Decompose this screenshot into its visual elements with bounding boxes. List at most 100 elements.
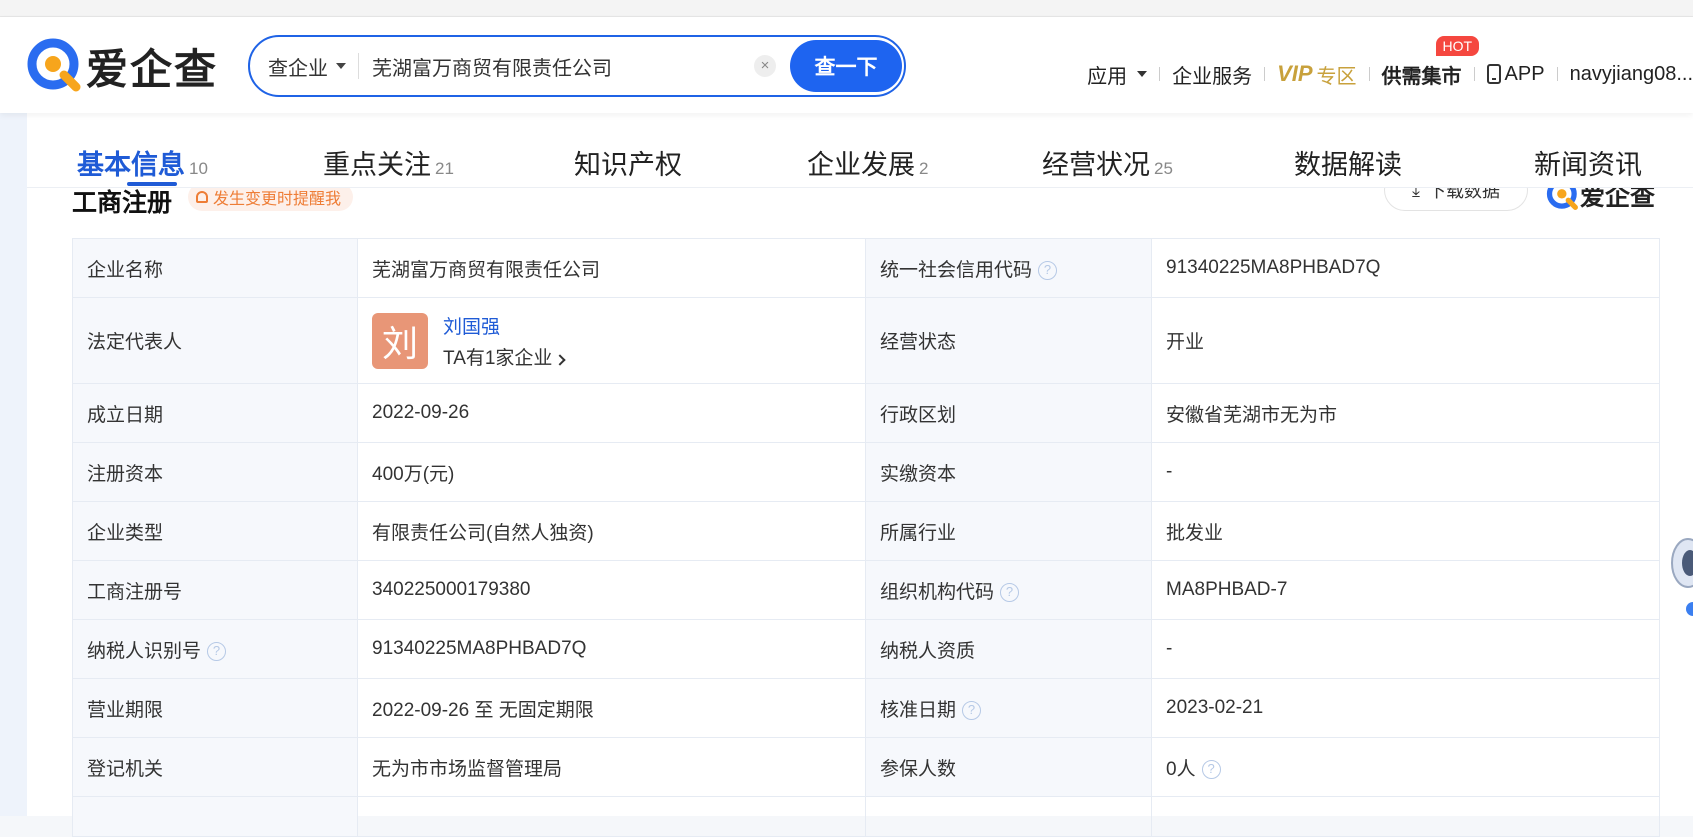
- field-value: 芜湖富万商贸有限责任公司: [357, 238, 866, 298]
- field-label: 企业名称: [72, 238, 358, 298]
- field-value-text: 0人: [1166, 758, 1196, 780]
- nav-user[interactable]: navyjiang08...: [1558, 54, 1693, 94]
- field-value: 刘 刘国强 TA有1家企业: [357, 297, 866, 384]
- field-value: -: [1151, 619, 1660, 679]
- tab-label: 新闻资讯: [1534, 150, 1642, 180]
- field-label: 统一社会信用代码?: [865, 238, 1152, 298]
- field-value: 91340225MA8PHBAD7Q: [357, 619, 866, 679]
- field-value: 开业: [1151, 297, 1660, 384]
- nav-app[interactable]: APP: [1475, 54, 1557, 94]
- field-label: 参保人数: [865, 737, 1152, 797]
- tab-basic-info[interactable]: 基本信息 10: [77, 143, 208, 182]
- table-row: 成立日期 2022-09-26 行政区划 安徽省芜湖市无为市: [72, 383, 1660, 443]
- nav-apps[interactable]: 应用: [1075, 54, 1159, 94]
- left-sidebar-strip: [0, 113, 27, 816]
- tab-count: 2: [919, 159, 929, 178]
- field-label: 注册资本: [72, 442, 358, 502]
- help-icon[interactable]: ?: [1201, 759, 1221, 779]
- bell-icon: [196, 191, 208, 203]
- avatar[interactable]: 刘: [372, 312, 428, 369]
- tab-key-focus[interactable]: 重点关注 21: [323, 143, 454, 182]
- remind-label: 发生变更时提醒我: [213, 191, 342, 208]
- tab-bar: 基本信息 10 重点关注 21 知识产权 企业发展 2 经营状况 25 数据解读…: [27, 113, 1693, 188]
- field-label: 企业类型: [72, 501, 358, 561]
- field-label: 法定代表人: [72, 297, 358, 384]
- field-label-text: 纳税人识别号: [87, 640, 202, 662]
- tab-operations[interactable]: 经营状况 25: [1042, 143, 1173, 182]
- legal-rep-name-link[interactable]: 刘国强: [443, 312, 564, 339]
- search-input[interactable]: [372, 47, 752, 85]
- tab-count: 10: [189, 159, 208, 178]
- table-row: 营业期限 2022-09-26 至 无固定期限 核准日期? 2023-02-21: [72, 678, 1660, 738]
- field-label: 营业期限: [72, 678, 358, 738]
- active-tab-indicator: [127, 182, 177, 186]
- field-label: 纳税人资质: [865, 619, 1152, 679]
- tab-count: 25: [1154, 159, 1173, 178]
- legal-rep-info: 刘国强 TA有1家企业: [443, 312, 567, 370]
- help-icon[interactable]: ?: [962, 700, 982, 720]
- nav-apps-label: 应用: [1087, 65, 1128, 88]
- table-row: 法定代表人 刘 刘国强 TA有1家企业 经营状态 开业: [72, 297, 1660, 384]
- field-label: 工商注册号: [72, 560, 358, 620]
- search-type-dropdown[interactable]: 查企业: [268, 37, 346, 95]
- legal-rep-companies-link[interactable]: TA有1家企业: [443, 343, 567, 370]
- help-icon[interactable]: ?: [1000, 582, 1020, 602]
- section-title: 工商注册: [72, 189, 173, 217]
- tab-data-insight[interactable]: 数据解读: [1294, 143, 1402, 182]
- field-label-text: 统一社会信用代码: [880, 259, 1033, 281]
- nav-enterprise-service[interactable]: 企业服务: [1160, 54, 1264, 94]
- table-row: 注册资本 400万(元) 实缴资本 -: [72, 442, 1660, 502]
- nav-supply-market[interactable]: 供需集市 HOT: [1370, 36, 1480, 94]
- help-icon[interactable]: ?: [1038, 260, 1058, 280]
- close-icon[interactable]: ×: [754, 55, 776, 77]
- field-label: 经营状态: [865, 297, 1152, 384]
- phone-icon: [1486, 64, 1501, 84]
- field-label-text: 核准日期: [880, 699, 957, 721]
- search-button[interactable]: 查一下: [790, 40, 902, 92]
- table-row: 工商注册号 340225000179380 组织机构代码? MA8PHBAD-7: [72, 560, 1660, 620]
- site-logo[interactable]: 爱企查: [26, 37, 218, 95]
- field-value: 安徽省芜湖市无为市: [1151, 383, 1660, 443]
- field-value: [1151, 796, 1660, 837]
- browser-top-strip: [0, 0, 1693, 17]
- tab-label: 企业发展: [807, 150, 915, 180]
- table-row: 登记机关 无为市市场监督管理局 参保人数 0人?: [72, 737, 1660, 797]
- field-label: 成立日期: [72, 383, 358, 443]
- legal-representative: 刘 刘国强 TA有1家企业: [372, 312, 851, 370]
- tab-label: 数据解读: [1294, 150, 1402, 180]
- field-value: -: [1151, 442, 1660, 502]
- table-row: [72, 796, 1660, 837]
- field-label: 行政区划: [865, 383, 1152, 443]
- assistant-robot-icon[interactable]: [1660, 533, 1693, 623]
- field-label: 实缴资本: [865, 442, 1152, 502]
- field-label: [72, 796, 358, 837]
- nav-vip-zone-label: 专区: [1316, 65, 1357, 88]
- search-type-label: 查企业: [268, 57, 328, 80]
- tab-label: 重点关注: [323, 150, 431, 180]
- legal-rep-companies-label: TA有1家企业: [443, 347, 553, 369]
- user-name: navyjiang08...: [1569, 62, 1693, 85]
- search-divider: [358, 53, 359, 79]
- top-nav: 应用 企业服务 VIP 专区 供需集市 HOT APP navyjiang08.…: [1075, 17, 1693, 113]
- site-header: 爱企查 查企业 × 查一下 应用 企业服务 VIP 专区 供需集市 HOT: [0, 17, 1693, 113]
- field-label: 所属行业: [865, 501, 1152, 561]
- tab-label: 知识产权: [574, 150, 682, 180]
- tab-count: 21: [435, 159, 454, 178]
- nav-enterprise-service-label: 企业服务: [1172, 65, 1253, 88]
- field-value: 无为市市场监督管理局: [357, 737, 866, 797]
- nav-app-label: APP: [1504, 62, 1545, 85]
- field-label: 登记机关: [72, 737, 358, 797]
- table-row: 纳税人识别号? 91340225MA8PHBAD7Q 纳税人资质 -: [72, 619, 1660, 679]
- logo-q-icon: [27, 38, 81, 92]
- tab-development[interactable]: 企业发展 2: [807, 143, 928, 182]
- field-value: 400万(元): [357, 442, 866, 502]
- table-row: 企业名称 芜湖富万商贸有限责任公司 统一社会信用代码? 91340225MA8P…: [72, 238, 1660, 298]
- tab-ip[interactable]: 知识产权: [574, 143, 682, 182]
- field-value: 340225000179380: [357, 560, 866, 620]
- field-label: 组织机构代码?: [865, 560, 1152, 620]
- tab-label: 经营状况: [1042, 150, 1150, 180]
- nav-vip-zone[interactable]: VIP 专区: [1265, 54, 1368, 94]
- nav-supply-label: 供需集市: [1381, 65, 1462, 88]
- tab-news[interactable]: 新闻资讯: [1534, 143, 1642, 182]
- help-icon[interactable]: ?: [207, 641, 227, 661]
